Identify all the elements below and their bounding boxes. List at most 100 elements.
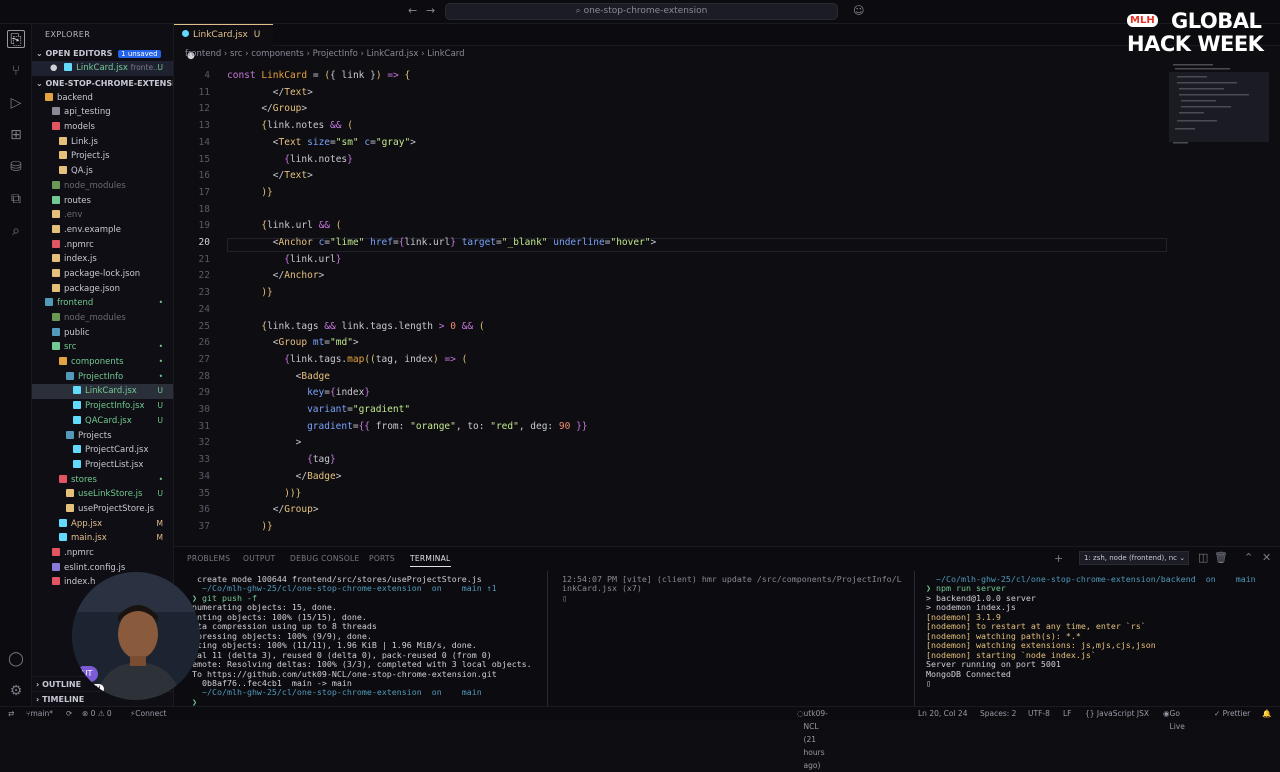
breadcrumb-item[interactable]: frontend: [185, 49, 221, 59]
search-icon[interactable]: ⌕: [7, 222, 25, 240]
breadcrumb-item[interactable]: src: [230, 49, 242, 59]
code-line[interactable]: key={index}: [227, 387, 370, 398]
open-editors-section[interactable]: ⌄ OPEN EDITORS 1 unsaved: [32, 46, 173, 61]
back-arrow-icon[interactable]: ←: [408, 4, 417, 17]
file-tree-item[interactable]: Link.js: [32, 135, 173, 150]
command-center-search[interactable]: ⌕ one-stop-chrome-extension: [445, 3, 838, 20]
file-tree-item[interactable]: App.jsx M: [32, 517, 173, 532]
encoding[interactable]: UTF-8: [1028, 707, 1050, 720]
code-line[interactable]: </Text>: [227, 87, 313, 98]
file-tree-item[interactable]: routes: [32, 194, 173, 209]
code-line[interactable]: variant="gradient": [227, 404, 410, 415]
terminal-vite[interactable]: 12:54:07 PM [vite] (client) hmr update /…: [562, 575, 902, 635]
code-line[interactable]: <Anchor c="lime" href={link.url} target=…: [227, 237, 656, 248]
code-line[interactable]: )}: [227, 187, 272, 198]
file-tree-item[interactable]: components •: [32, 355, 173, 370]
file-tree-item[interactable]: ProjectInfo •: [32, 370, 173, 385]
line-ending[interactable]: LF: [1063, 707, 1072, 720]
terminal-git[interactable]: create mode 100644 frontend/src/stores/u…: [192, 575, 544, 707]
code-line[interactable]: </Text>: [227, 170, 313, 181]
code-line[interactable]: </Badge>: [227, 471, 342, 482]
code-line[interactable]: >: [227, 437, 302, 448]
open-editor-item[interactable]: ● LinkCard.jsx fronte... U: [32, 61, 173, 76]
file-tree-item[interactable]: useProjectStore.js: [32, 502, 173, 517]
panel-tab-terminal[interactable]: TERMINAL: [410, 554, 451, 567]
file-tree-item[interactable]: src •: [32, 340, 173, 355]
file-tree-item[interactable]: stores •: [32, 473, 173, 488]
prettier-indicator[interactable]: ✓ Prettier: [1214, 707, 1250, 720]
branch-indicator[interactable]: ⑂ main*: [26, 707, 53, 720]
code-line[interactable]: )}: [227, 287, 272, 298]
breadcrumb-item[interactable]: LinkCard.jsx: [367, 49, 419, 59]
code-line[interactable]: <Badge: [227, 371, 330, 382]
account-icon[interactable]: ◯: [7, 650, 25, 668]
tab-linkcard[interactable]: LinkCard.jsx U ●: [174, 24, 273, 61]
file-tree-item[interactable]: Project.js: [32, 149, 173, 164]
breadcrumb-item[interactable]: LinkCard: [427, 49, 464, 59]
extensions-icon[interactable]: ⊞: [7, 126, 25, 144]
breadcrumb-item[interactable]: components: [251, 49, 304, 59]
code-line[interactable]: gradient={{ from: "orange", to: "red", d…: [227, 421, 587, 432]
panel-tab-output[interactable]: OUTPUT: [243, 554, 275, 563]
panel-tab-ports[interactable]: PORTS: [369, 554, 395, 563]
code-line[interactable]: ))}: [227, 488, 301, 499]
breadcrumb-item[interactable]: ProjectInfo: [313, 49, 358, 59]
file-tree-item[interactable]: .npmrc: [32, 238, 173, 253]
file-tree-item[interactable]: QACard.jsx U: [32, 414, 173, 429]
minimap[interactable]: [1169, 62, 1269, 152]
code-line[interactable]: {link.tags.map((tag, index) => (: [227, 354, 467, 365]
project-section[interactable]: ⌄ ONE-STOP-CHROME-EXTENSION: [32, 76, 173, 91]
split-terminal-icon[interactable]: ◫: [1198, 551, 1208, 564]
file-tree-item[interactable]: LinkCard.jsx U: [32, 384, 173, 400]
file-tree-item[interactable]: ProjectInfo.jsx U: [32, 399, 173, 414]
file-tree-item[interactable]: package-lock.json: [32, 267, 173, 282]
settings-gear-icon[interactable]: ⚙: [7, 682, 25, 700]
remote-icon[interactable]: ⇄: [8, 707, 14, 720]
code-line[interactable]: {link.tags && link.tags.length > 0 && (: [227, 321, 484, 332]
code-line[interactable]: {tag}: [227, 454, 336, 465]
file-tree-item[interactable]: main.jsx M: [32, 531, 173, 546]
file-tree-item[interactable]: public: [32, 326, 173, 341]
indentation[interactable]: Spaces: 2: [980, 707, 1016, 720]
remote-explorer-icon[interactable]: ⧉: [7, 190, 25, 208]
file-tree-item[interactable]: models: [32, 120, 173, 135]
database-icon[interactable]: ⛁: [7, 158, 25, 176]
plus-icon[interactable]: +: [1054, 552, 1063, 565]
sync-icon[interactable]: ⟳: [66, 707, 72, 720]
code-editor[interactable]: 4 const LinkCard = ({ link }) => {11 </Te…: [174, 62, 1280, 546]
code-line[interactable]: {link.url && (: [227, 220, 341, 231]
code-line[interactable]: {link.notes && (: [227, 120, 353, 131]
terminal-nodemon[interactable]: ~/Co/mlh-ghw-25/cl/one-stop-chrome-exten…: [926, 575, 1276, 707]
notifications-bell-icon[interactable]: 🔔: [1262, 707, 1271, 720]
file-tree-item[interactable]: backend: [32, 91, 173, 106]
connect-indicator[interactable]: ⚡ Connect: [130, 707, 166, 720]
file-tree-item[interactable]: ProjectCard.jsx: [32, 443, 173, 458]
file-tree-item[interactable]: frontend •: [32, 296, 173, 311]
explorer-icon[interactable]: ⎘: [7, 30, 25, 48]
code-line[interactable]: </Group>: [227, 504, 319, 515]
code-line[interactable]: )}: [227, 521, 272, 532]
file-tree-item[interactable]: .npmrc: [32, 546, 173, 561]
go-live-button[interactable]: ◉ Go Live: [1163, 707, 1185, 731]
panel-tab-debug-console[interactable]: DEBUG CONSOLE: [290, 554, 360, 563]
file-tree-item[interactable]: node_modules: [32, 179, 173, 194]
code-line[interactable]: <Group mt="md">: [227, 337, 359, 348]
file-tree-item[interactable]: .env.example: [32, 223, 173, 238]
copilot-icon[interactable]: ☺: [853, 4, 864, 17]
file-tree-item[interactable]: node_modules: [32, 311, 173, 326]
file-tree-item[interactable]: .env: [32, 208, 173, 223]
run-debug-icon[interactable]: ▷: [7, 94, 25, 112]
code-line[interactable]: {link.notes}: [227, 154, 353, 165]
terminal-selector[interactable]: 1: zsh, node (frontend), nc ⌄: [1079, 551, 1189, 565]
file-tree-item[interactable]: package.json: [32, 282, 173, 297]
code-line[interactable]: {link.url}: [227, 254, 341, 265]
panel-tab-problems[interactable]: PROBLEMS: [187, 554, 230, 563]
file-tree-item[interactable]: Projects: [32, 429, 173, 444]
file-tree-item[interactable]: ProjectList.jsx: [32, 458, 173, 473]
code-line[interactable]: const LinkCard = ({ link }) => {: [227, 70, 410, 81]
file-tree-item[interactable]: index.js: [32, 252, 173, 267]
close-icon[interactable]: ✕: [1262, 551, 1271, 564]
language-mode[interactable]: {} JavaScript JSX: [1085, 707, 1149, 720]
maximize-icon[interactable]: ⌃: [1244, 551, 1253, 564]
cursor-position[interactable]: Ln 20, Col 24: [918, 707, 967, 720]
